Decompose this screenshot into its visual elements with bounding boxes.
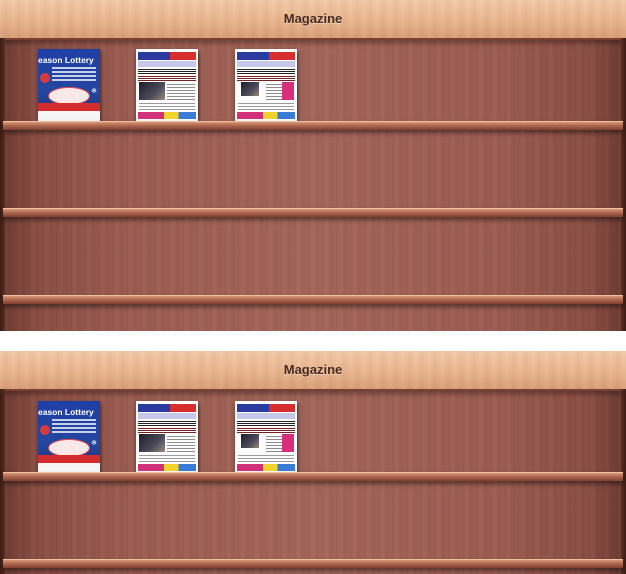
newspaper-ad-block [282,82,294,100]
newspaper-masthead [138,404,196,412]
shelf-side-right [621,389,626,574]
shelf-side-left [0,389,5,574]
ornament-icon [40,425,50,435]
ornament-icon [40,73,50,83]
newspaper-subhead [138,61,196,67]
newspaper-cover-1[interactable] [136,401,198,473]
shelf-header-bar: Magazine [0,0,626,40]
newspaper-headline-secondary [237,75,295,81]
magazine-cover-title: eason Lottery [38,407,94,417]
newspaper-photo [241,82,259,96]
newspaper-columns [167,434,195,452]
snowflake-icon: ❄ [91,440,97,447]
magazine-cover-season-lottery[interactable]: eason Lottery ❄ [38,401,100,473]
newspaper-subhead [237,61,295,67]
snowflake-icon: ❄ [91,88,97,95]
cover-red-band [38,455,100,463]
newspaper-photo [139,82,165,100]
newspaper-footer-banner [237,112,295,119]
cover-red-band [38,103,100,111]
newspaper-headline [138,420,196,426]
newspaper-subhead [138,413,196,419]
shelf-side-right [621,38,626,331]
newspaper-cover-2[interactable] [235,49,297,121]
newspaper-ad-block [282,434,294,452]
magazine-cover-season-lottery[interactable]: eason Lottery ❄ [38,49,100,121]
shelf-plank [3,121,623,130]
shelf-header-bar: Magazine [0,351,626,391]
newspaper-masthead [138,52,196,60]
shelf-plank [3,472,623,481]
shelf-plank [3,208,623,217]
newspaper-headline [138,68,196,74]
shelf-plank [3,295,623,304]
newspaper-masthead [237,52,295,60]
cover-footer [38,111,100,121]
cover-text-block [52,419,96,441]
newspaper-photo [139,434,165,452]
newspaper-body-text [139,102,195,110]
newspaper-headline-secondary [138,75,196,81]
newspaper-footer-banner [237,464,295,471]
shelf-title: Magazine [283,11,343,26]
newspaper-footer-banner [138,112,196,119]
newspaper-body-text [139,454,195,462]
newspaper-photo [241,434,259,448]
newspaper-headline-secondary [237,427,295,433]
newspaper-masthead [237,404,295,412]
newspaper-body-text [238,454,294,462]
newspaper-headline [237,420,295,426]
bookshelf-panel: Magazine eason Lottery ❄ [0,0,626,331]
bookshelf-panel: Magazine eason Lottery ❄ [0,351,626,574]
newspaper-cover-2[interactable] [235,401,297,473]
newspaper-columns [167,82,195,100]
newspaper-headline-secondary [138,427,196,433]
shelf-title: Magazine [283,362,343,377]
newspaper-cover-1[interactable] [136,49,198,121]
shelf-plank [3,559,623,568]
shelf-side-left [0,38,5,331]
cover-text-block [52,67,96,89]
newspaper-body-text [238,102,294,110]
newspaper-subhead [237,413,295,419]
magazine-cover-title: eason Lottery [38,55,94,65]
newspaper-footer-banner [138,464,196,471]
newspaper-headline [237,68,295,74]
